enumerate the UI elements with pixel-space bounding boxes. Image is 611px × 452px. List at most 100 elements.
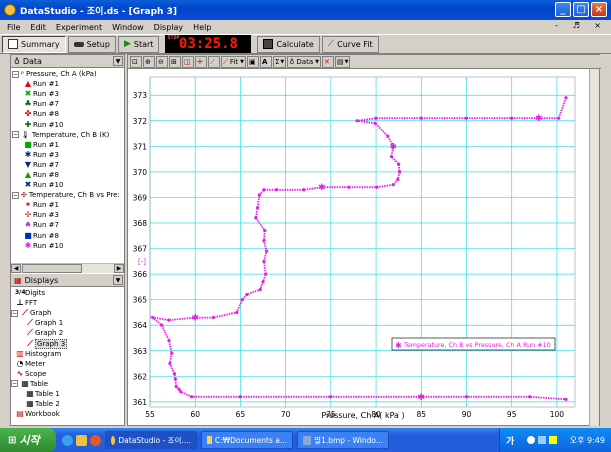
close-button[interactable]: × — [591, 2, 607, 17]
volume-icon[interactable] — [549, 436, 558, 444]
curvefit-button[interactable]: ⟋ Curve Fit — [321, 35, 379, 53]
tree-run-item[interactable]: ♠ Run #7 — [11, 220, 124, 230]
collapse-icon[interactable]: − — [12, 70, 19, 78]
menu-edit[interactable]: Edit — [25, 23, 51, 32]
display-item-graph-1[interactable]: ⟋ Graph 1 — [11, 318, 124, 328]
legend-box[interactable]: ✱ Temperature, Ch B vs Pressure, Ch A Ru… — [391, 337, 556, 351]
tree-group-temp-vs-pressure[interactable]: − ✣ Temperature, Ch B vs Pre: — [11, 190, 124, 200]
start-menu-button[interactable]: ⊞ 시작 — [0, 428, 56, 452]
data-point — [151, 315, 155, 320]
tree-run-item[interactable]: ✤ Run #8 — [11, 109, 124, 119]
outlook-icon[interactable] — [76, 434, 87, 446]
display-item-table-2[interactable]: ▦ Table 2 — [11, 399, 124, 409]
tree-run-item[interactable]: ✖ Run #3 — [11, 89, 124, 99]
tree-run-item[interactable]: ▲ Run #1 — [11, 79, 124, 89]
media-icon[interactable] — [90, 434, 101, 446]
tree-run-item[interactable]: ✱ Run #10 — [11, 241, 124, 251]
menu-window[interactable]: Window — [107, 23, 149, 32]
display-item-digits[interactable]: 3/4 Digits — [11, 288, 124, 298]
annotation-icon[interactable]: ◫ — [182, 55, 194, 68]
scroll-thumb[interactable] — [22, 264, 82, 273]
data-point — [179, 390, 183, 394]
data-panel-header[interactable]: ♁ Data ▼ — [11, 55, 124, 68]
display-item-meter[interactable]: ◔ Meter — [11, 359, 124, 369]
display-item-histogram[interactable]: ▥ Histogram — [11, 349, 124, 359]
data-tree-hscroll[interactable]: ◀ ▶ — [11, 263, 124, 273]
data-point — [256, 206, 260, 210]
tree-run-item[interactable]: ■ Run #8 — [11, 231, 124, 241]
y-tick-label: 369 — [133, 193, 148, 202]
maximize-button[interactable]: □ — [573, 2, 589, 17]
ie-icon[interactable] — [62, 434, 73, 446]
data-dropdown[interactable]: ♁ Data ▼ — [287, 55, 321, 68]
statistics-icon[interactable]: Σ ▼ — [272, 55, 287, 68]
delete-icon[interactable]: ✕ — [322, 55, 334, 68]
settings-icon: ▤ — [337, 57, 344, 66]
digits-icon: 3/4 — [15, 289, 26, 297]
tree-run-item[interactable]: ▼ Run #7 — [11, 160, 124, 170]
minimize-button[interactable]: _ — [555, 2, 571, 17]
scale-to-fit-icon[interactable]: ⊡ — [130, 55, 142, 68]
y-marker-label[interactable]: [-] — [138, 258, 146, 266]
task-datastudio[interactable]: DataStudio - 조이.... — [105, 431, 197, 449]
collapse-icon[interactable]: − — [11, 309, 18, 317]
menu-help[interactable]: Help — [188, 23, 216, 32]
displays-panel-dropdown[interactable]: ▼ — [113, 275, 123, 285]
calculate-button[interactable]: Calculate — [257, 35, 320, 53]
network-icon[interactable] — [538, 436, 547, 444]
collapse-icon[interactable]: − — [11, 380, 18, 388]
help-icon[interactable] — [527, 436, 536, 444]
task-explorer[interactable]: C:₩Documents a... — [201, 431, 293, 449]
sensor-icon: ᵖ — [21, 70, 24, 79]
text-annotation-icon[interactable]: A — [259, 55, 272, 68]
smart-tool-icon[interactable]: ✛ — [195, 55, 207, 68]
zoom-select-icon[interactable]: ⊞ — [169, 55, 181, 68]
menu-file[interactable]: File — [2, 23, 25, 32]
data-point — [391, 183, 395, 187]
zoom-in-icon[interactable]: ⊕ — [143, 55, 155, 68]
display-item-graph[interactable]: − ⟋ Graph — [11, 308, 124, 318]
display-item-fft[interactable]: ⊥ FFT — [11, 298, 124, 308]
tree-group-temperature[interactable]: − 🌡 Temperature, Ch B (K) — [11, 130, 124, 140]
tree-run-item[interactable]: ✖ Run #10 — [11, 180, 124, 190]
calculator-icon[interactable]: ▣ — [246, 55, 259, 68]
data-point — [262, 239, 266, 243]
scroll-left-icon[interactable]: ◀ — [11, 264, 21, 273]
task-image-viewer[interactable]: 멸1.bmp - Windo... — [297, 431, 389, 449]
start-button[interactable]: ▶ Start — [117, 35, 160, 53]
display-item-scope[interactable]: ∿ Scope — [11, 369, 124, 379]
collapse-icon[interactable]: − — [12, 191, 19, 199]
display-item-graph-2[interactable]: ⟋ Graph 2 — [11, 328, 124, 338]
tree-run-item[interactable]: ✱ Run #3 — [11, 150, 124, 160]
tree-run-item[interactable]: ▲ Run #8 — [11, 170, 124, 180]
setup-button[interactable]: Setup — [67, 35, 116, 53]
tree-run-item[interactable]: ✢ Run #3 — [11, 210, 124, 220]
mdi-controls[interactable]: - ♬ × — [555, 21, 607, 30]
tree-run-item[interactable]: ✚ Run #10 — [11, 119, 124, 129]
data-panel-dropdown[interactable]: ▼ — [113, 56, 123, 66]
displays-panel-header[interactable]: ▦ Displays ▼ — [11, 274, 124, 287]
summary-button[interactable]: Summary — [2, 35, 66, 53]
ime-indicator[interactable]: 가 — [506, 434, 514, 447]
temperature-pressure-plot[interactable]: 55 60 65 70 75 80 85 90 95 1003613623633643653663… — [128, 69, 589, 426]
settings-dropdown[interactable]: ▤ ▼ — [335, 55, 351, 68]
displays-tree: 3/4 Digits ⊥ FFT − ⟋ Graph ⟋ Graph 1 ⟋ Graph 2… — [11, 287, 124, 419]
display-item-graph-3[interactable]: ⟋ Graph 3 — [11, 338, 124, 349]
scroll-right-icon[interactable]: ▶ — [114, 264, 124, 273]
collapse-icon[interactable]: − — [12, 131, 19, 139]
fit-dropdown[interactable]: ⟋ Fit ▼ — [221, 55, 246, 68]
fft-icon: ⊥ — [16, 298, 24, 308]
triangle-marker-icon: ▲ — [24, 79, 32, 89]
display-item-workbook[interactable]: ▤ Workbook — [11, 409, 124, 419]
display-item-table-1[interactable]: ▦ Table 1 — [11, 389, 124, 399]
tree-run-item[interactable]: ■ Run #1 — [11, 140, 124, 150]
tree-run-item[interactable]: ♣ Run #7 — [11, 99, 124, 109]
menu-experiment[interactable]: Experiment — [51, 23, 107, 32]
tree-group-pressure[interactable]: − ᵖ Pressure, Ch A (kPa) — [11, 69, 124, 79]
graph-vscroll[interactable] — [589, 69, 599, 426]
tree-run-item[interactable]: ✶ Run #1 — [11, 200, 124, 210]
display-item-table[interactable]: − ▦ Table — [11, 379, 124, 389]
menu-display[interactable]: Display — [149, 23, 189, 32]
slope-tool-icon[interactable]: ⟋ — [208, 55, 220, 68]
zoom-out-icon[interactable]: ⊖ — [156, 55, 168, 68]
